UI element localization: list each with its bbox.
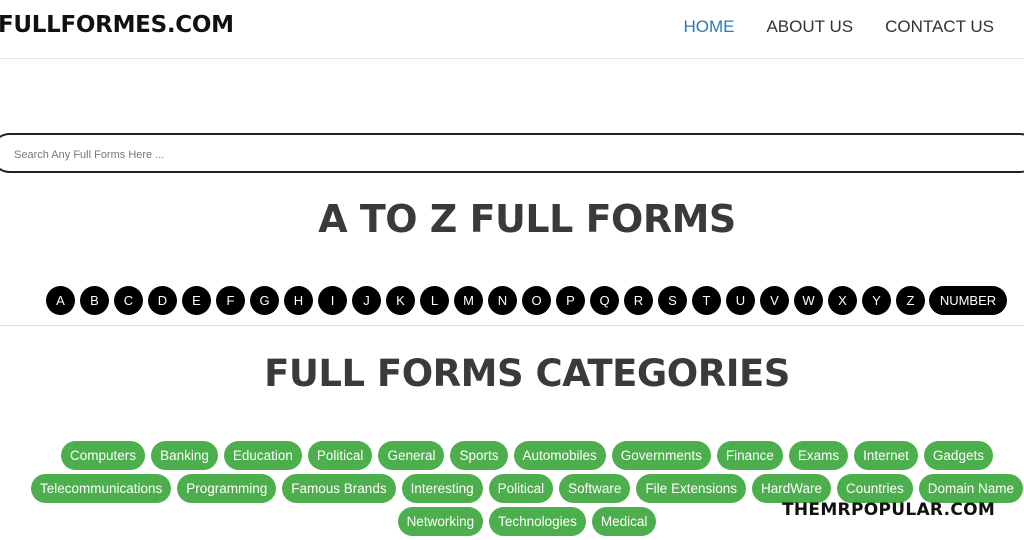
letter-t[interactable]: T (692, 286, 721, 315)
letter-b[interactable]: B (80, 286, 109, 315)
az-section-title: A TO Z FULL FORMS (318, 197, 736, 241)
letter-q[interactable]: Q (590, 286, 619, 315)
category-row: Telecommunications Programming Famous Bran… (0, 474, 1024, 503)
letter-g[interactable]: G (250, 286, 279, 315)
letter-c[interactable]: C (114, 286, 143, 315)
letter-x[interactable]: X (828, 286, 857, 315)
category-chip-programming[interactable]: Programming (177, 474, 277, 503)
nav-about-us[interactable]: ABOUT US (766, 17, 853, 37)
letter-z[interactable]: Z (896, 286, 925, 315)
category-chip-general[interactable]: General (378, 441, 445, 470)
section-divider (0, 325, 1024, 326)
letter-a[interactable]: A (46, 286, 75, 315)
nav-home[interactable]: HOME (683, 17, 734, 37)
category-chip-technologies[interactable]: Technologies (489, 507, 586, 536)
category-chip-education[interactable]: Education (223, 441, 302, 470)
search-input[interactable] (12, 143, 916, 167)
category-chip-finance[interactable]: Finance (716, 441, 783, 470)
category-chip-countries[interactable]: Countries (837, 474, 913, 503)
alphabet-index: A B C D E F G H I J K L M N O P Q R S T U V W X Y Z NUMBER (46, 286, 1007, 315)
category-chip-political[interactable]: Political (488, 474, 554, 503)
category-list: Computers Banking Education Political Genera… (0, 441, 1024, 540)
category-chip-famous-brands[interactable]: Famous Brands (282, 474, 396, 503)
letter-p[interactable]: P (556, 286, 585, 315)
letter-l[interactable]: L (420, 286, 449, 315)
category-chip-medical[interactable]: Medical (591, 507, 657, 536)
category-chip-networking[interactable]: Networking (397, 507, 484, 536)
letter-d[interactable]: D (148, 286, 177, 315)
letter-e[interactable]: E (182, 286, 211, 315)
letter-i[interactable]: I (318, 286, 347, 315)
category-chip-governments[interactable]: Governments (611, 441, 711, 470)
letter-o[interactable]: O (522, 286, 551, 315)
category-chip-interesting[interactable]: Interesting (401, 474, 483, 503)
letter-u[interactable]: U (726, 286, 755, 315)
category-chip-internet[interactable]: Internet (854, 441, 918, 470)
category-chip-hardware[interactable]: HardWare (751, 474, 831, 503)
letter-k[interactable]: K (386, 286, 415, 315)
category-chip-software[interactable]: Software (559, 474, 631, 503)
category-chip-telecommunications[interactable]: Telecommunications (30, 474, 172, 503)
letter-f[interactable]: F (216, 286, 245, 315)
category-chip-automobiles[interactable]: Automobiles (513, 441, 606, 470)
category-chip-banking[interactable]: Banking (151, 441, 218, 470)
category-chip-political[interactable]: Political (307, 441, 373, 470)
letter-r[interactable]: R (624, 286, 653, 315)
watermark: THEMRPOPULAR.COM (782, 500, 996, 520)
category-chip-domain-name[interactable]: Domain Name (918, 474, 1024, 503)
nav-contact-us[interactable]: CONTACT US (885, 17, 994, 37)
letter-number[interactable]: NUMBER (929, 286, 1007, 315)
site-logo[interactable]: FULLFORMES.COM (0, 12, 234, 38)
letter-m[interactable]: M (454, 286, 483, 315)
category-chip-sports[interactable]: Sports (450, 441, 508, 470)
categories-section-title: FULL FORMS CATEGORIES (264, 352, 790, 395)
site-header: FULLFORMES.COM HOME ABOUT US CONTACT US (0, 0, 1024, 59)
search-bar (0, 133, 1024, 173)
letter-s[interactable]: S (658, 286, 687, 315)
category-chip-file-extensions[interactable]: File Extensions (636, 474, 746, 503)
letter-h[interactable]: H (284, 286, 313, 315)
letter-y[interactable]: Y (862, 286, 891, 315)
main-nav: HOME ABOUT US CONTACT US (683, 17, 994, 37)
category-row: Computers Banking Education Political Genera… (0, 441, 1024, 470)
category-chip-exams[interactable]: Exams (788, 441, 849, 470)
letter-w[interactable]: W (794, 286, 823, 315)
category-chip-computers[interactable]: Computers (61, 441, 146, 470)
category-chip-gadgets[interactable]: Gadgets (923, 441, 993, 470)
letter-n[interactable]: N (488, 286, 517, 315)
letter-v[interactable]: V (760, 286, 789, 315)
letter-j[interactable]: J (352, 286, 381, 315)
